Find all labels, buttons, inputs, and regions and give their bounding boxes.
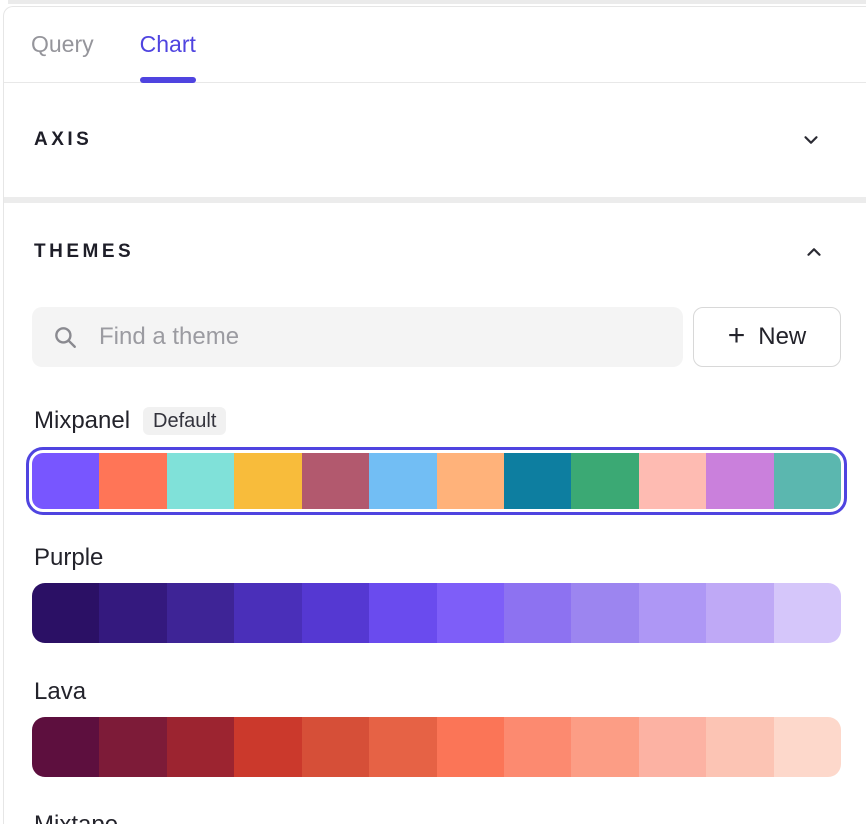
themes-section-title: THEMES [34,241,134,263]
axis-section-title: AXIS [34,129,92,151]
color-swatch [167,453,234,509]
tab-bar: Query Chart [4,7,866,83]
color-swatch [437,453,504,509]
theme-name: Purple [34,545,103,571]
theme-search-row: Find a theme + New [32,307,841,367]
default-badge: Default [143,407,226,435]
color-swatch [369,717,436,777]
color-swatch [437,717,504,777]
color-swatch [32,717,99,777]
color-swatch [99,453,166,509]
color-swatch [302,453,369,509]
color-swatch [234,717,301,777]
new-theme-button-label: New [758,323,806,351]
color-swatch [571,717,638,777]
color-swatch [167,583,234,643]
color-swatch [504,453,571,509]
theme-list: Mixpanel Default Purple Lava Mixtape [32,407,841,824]
color-swatch [774,717,841,777]
axis-section-header[interactable]: AXIS [4,83,866,197]
chevron-down-icon[interactable] [800,129,822,151]
color-swatch [99,717,166,777]
chart-settings-panel: Query Chart AXIS THEMES [0,0,866,824]
theme-name: Mixpanel [34,408,130,434]
color-swatch [639,453,706,509]
selected-theme-ring[interactable] [26,447,847,515]
color-swatch [504,583,571,643]
color-swatch [706,717,773,777]
color-swatch [32,583,99,643]
theme-swatch-row[interactable] [32,717,841,777]
tab-chart-label: Chart [140,31,196,58]
color-swatch [706,583,773,643]
themes-section: THEMES Find a theme + New Mi [4,203,866,824]
color-swatch [504,717,571,777]
color-swatch [369,453,436,509]
color-swatch [234,453,301,509]
tab-chart[interactable]: Chart [140,7,196,83]
theme-item-mixpanel: Mixpanel Default [32,407,841,515]
tab-query[interactable]: Query [31,7,94,83]
color-swatch [639,583,706,643]
plus-icon: + [728,321,746,351]
panel: Query Chart AXIS THEMES [3,6,866,824]
color-swatch [706,453,773,509]
color-swatch [774,453,841,509]
active-tab-underline [140,77,196,83]
color-swatch [571,583,638,643]
color-swatch [302,717,369,777]
theme-label-row: Lava [32,679,841,705]
color-swatch [774,583,841,643]
theme-item-mixtape: Mixtape [32,812,841,824]
search-placeholder: Find a theme [99,323,239,351]
top-divider [8,0,866,4]
color-swatch [571,453,638,509]
search-icon [52,324,78,350]
theme-name: Lava [34,679,86,705]
color-swatch [369,583,436,643]
theme-label-row: Purple [32,545,841,571]
color-swatch [639,717,706,777]
theme-swatch-row[interactable] [32,583,841,643]
color-swatch [302,583,369,643]
color-swatch [437,583,504,643]
new-theme-button[interactable]: + New [693,307,841,367]
color-swatch [99,583,166,643]
color-swatch [234,583,301,643]
themes-section-header[interactable]: THEMES [32,203,841,263]
color-swatch [167,717,234,777]
theme-label-row: Mixpanel Default [32,407,841,435]
theme-item-purple: Purple [32,545,841,643]
theme-label-row: Mixtape [32,812,841,824]
theme-swatch-row[interactable] [32,453,841,509]
theme-name: Mixtape [34,812,118,824]
search-input[interactable]: Find a theme [32,307,683,367]
color-swatch [32,453,99,509]
chevron-up-icon[interactable] [803,241,825,263]
theme-item-lava: Lava [32,679,841,777]
